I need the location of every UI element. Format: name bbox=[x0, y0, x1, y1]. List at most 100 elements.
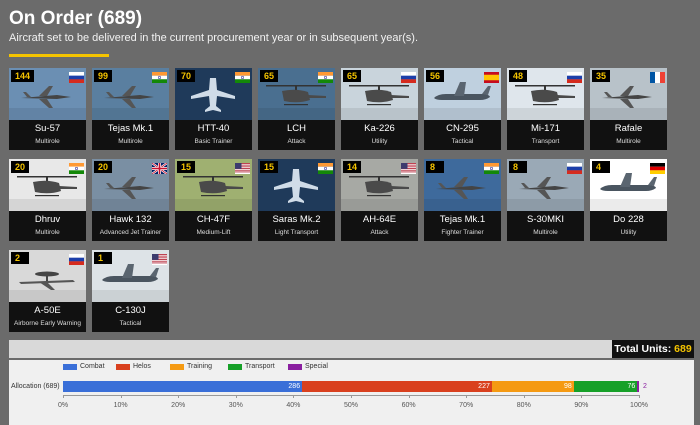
aircraft-role: Transport bbox=[531, 138, 560, 145]
legend-label: Helos bbox=[133, 363, 151, 370]
axis-tick bbox=[523, 395, 525, 398]
aircraft-role: Tactical bbox=[119, 320, 142, 327]
unit-count-badge: 14 bbox=[343, 161, 362, 173]
aircraft-role: Utility bbox=[620, 229, 637, 236]
legend-label: Combat bbox=[80, 363, 105, 370]
aircraft-role: Airborne Early Warning bbox=[14, 320, 81, 327]
legend-item: Training bbox=[170, 363, 212, 370]
axis-tick-label: 30% bbox=[228, 402, 243, 409]
aircraft-card[interactable]: 35 Rafale Multirole bbox=[590, 68, 667, 150]
aircraft-name: Tejas Mk.1 bbox=[107, 123, 154, 134]
aircraft-card[interactable]: 144 Su-57 Multirole bbox=[9, 68, 86, 150]
aircraft-name: Do 228 bbox=[613, 214, 644, 225]
aircraft-role: Multirole bbox=[616, 138, 641, 145]
axis-tick bbox=[293, 395, 295, 398]
aircraft-role: Medium-Lift bbox=[196, 229, 231, 236]
legend-swatch bbox=[228, 363, 242, 370]
aircraft-card[interactable]: 8 S-30MKI Multirole bbox=[507, 159, 584, 241]
aircraft-card[interactable]: 65 Ka-226 Utility bbox=[341, 68, 418, 150]
aircraft-role: Light Transport bbox=[274, 229, 319, 236]
aircraft-card[interactable]: 8 Tejas Mk.1 Fighter Trainer bbox=[424, 159, 501, 241]
unit-count-badge: 99 bbox=[94, 70, 113, 82]
total-units-value: 689 bbox=[674, 343, 692, 355]
aircraft-card[interactable]: 2 A-50E Airborne Early Warning bbox=[9, 250, 86, 332]
russia-flag-icon bbox=[567, 161, 582, 174]
aircraft-card[interactable]: 14 AH-64E Attack bbox=[341, 159, 418, 241]
legend-item: Transport bbox=[228, 363, 275, 370]
allocation-segment-transport[interactable]: 76 bbox=[573, 381, 638, 392]
unit-count-badge: 70 bbox=[177, 70, 196, 82]
usa-flag-icon bbox=[401, 161, 416, 174]
legend-label: Training bbox=[187, 363, 213, 370]
axis-tick bbox=[351, 395, 352, 398]
legend-label: Special bbox=[305, 363, 328, 370]
axis-tick bbox=[63, 395, 64, 398]
germany-flag-icon bbox=[650, 161, 665, 174]
axis-tick bbox=[581, 395, 583, 398]
unit-count-badge: 20 bbox=[11, 161, 30, 173]
aircraft-role: Multirole bbox=[35, 138, 60, 145]
aircraft-name: CH-47F bbox=[196, 214, 231, 225]
segment-value-label: 227 bbox=[478, 383, 490, 390]
russia-flag-icon bbox=[567, 70, 582, 83]
axis-tick-label: 20% bbox=[171, 402, 186, 409]
segment-value-label: 286 bbox=[288, 383, 301, 390]
page-title: On Order (689) bbox=[9, 8, 143, 29]
aircraft-role: Tactical bbox=[451, 138, 474, 145]
axis-tick-label: 50% bbox=[343, 402, 359, 409]
aircraft-name: Ka-226 bbox=[364, 123, 395, 134]
usa-flag-icon bbox=[152, 252, 167, 265]
india-flag-icon bbox=[318, 70, 333, 83]
india-flag-icon bbox=[69, 161, 84, 174]
axis-tick-label: 40% bbox=[286, 402, 301, 409]
aircraft-name: HTT-40 bbox=[197, 123, 230, 134]
legend-swatch bbox=[63, 363, 77, 370]
aircraft-card[interactable]: 4 Do 228 Utility bbox=[590, 159, 667, 241]
india-flag-icon bbox=[152, 70, 167, 83]
aircraft-role: Multirole bbox=[35, 229, 60, 236]
axis-tick-label: 10% bbox=[113, 402, 128, 409]
aircraft-card[interactable]: 15 Saras Mk.2 Light Transport bbox=[258, 159, 335, 241]
aircraft-name: Hawk 132 bbox=[109, 214, 152, 225]
unit-count-badge: 48 bbox=[509, 70, 528, 82]
allocation-segment-helos[interactable]: 227 bbox=[302, 381, 492, 392]
aircraft-role: Fighter Trainer bbox=[441, 229, 484, 236]
axis-tick-label: 60% bbox=[401, 402, 416, 409]
aircraft-name: Rafale bbox=[614, 123, 643, 134]
aircraft-card[interactable]: 70 HTT-40 Basic Trainer bbox=[175, 68, 252, 150]
axis-tick-label: 100% bbox=[630, 402, 648, 409]
unit-count-badge: 15 bbox=[260, 161, 279, 173]
unit-count-badge: 56 bbox=[426, 70, 445, 82]
legend-item: Helos bbox=[116, 363, 151, 370]
unit-count-badge: 15 bbox=[177, 161, 196, 173]
usa-flag-icon bbox=[235, 161, 250, 174]
allocation-segment-special[interactable] bbox=[637, 381, 639, 392]
aircraft-card[interactable]: 65 LCH Attack bbox=[258, 68, 335, 150]
aircraft-card[interactable]: 56 CN-295 Tactical bbox=[424, 68, 501, 150]
axis-tick bbox=[466, 395, 468, 398]
aircraft-name: Dhruv bbox=[34, 214, 61, 225]
unit-count-badge: 2 bbox=[11, 252, 29, 264]
legend-item: Combat bbox=[63, 363, 105, 370]
aircraft-card[interactable]: 20 Hawk 132 Advanced Jet Trainer bbox=[92, 159, 169, 241]
allocation-segment-combat[interactable]: 286 bbox=[63, 381, 303, 392]
aircraft-name: LCH bbox=[286, 123, 306, 134]
allocation-label: Allocation (689) bbox=[11, 383, 60, 390]
aircraft-name: Su-57 bbox=[34, 123, 61, 134]
aircraft-card[interactable]: 15 CH-47F Medium-Lift bbox=[175, 159, 252, 241]
axis-tick-label: 0% bbox=[57, 402, 69, 409]
unit-count-badge: 144 bbox=[11, 70, 35, 82]
aircraft-card[interactable]: 1 C-130J Tactical bbox=[92, 250, 169, 332]
aircraft-card[interactable]: 48 Mi-171 Transport bbox=[507, 68, 584, 150]
axis-tick bbox=[120, 395, 122, 398]
aircraft-card[interactable]: 99 Tejas Mk.1 Multirole bbox=[92, 68, 169, 150]
axis-tick bbox=[235, 395, 237, 398]
india-flag-icon bbox=[235, 70, 250, 83]
legend-swatch bbox=[288, 363, 302, 370]
aircraft-card[interactable]: 20 Dhruv Multirole bbox=[9, 159, 86, 241]
unit-count-badge: 20 bbox=[94, 161, 113, 173]
allocation-segment-training[interactable]: 98 bbox=[491, 381, 574, 392]
russia-flag-icon bbox=[69, 252, 84, 265]
segment-value-label: 76 bbox=[627, 383, 636, 390]
unit-count-badge: 65 bbox=[260, 70, 279, 82]
